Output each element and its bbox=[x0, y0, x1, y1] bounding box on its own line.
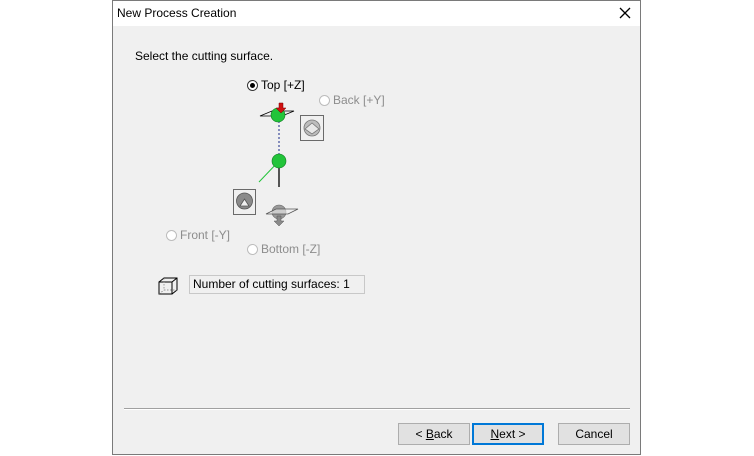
instruction-text: Select the cutting surface. bbox=[135, 49, 274, 63]
bottom-surface-icon[interactable] bbox=[264, 203, 300, 227]
radio-top-indicator bbox=[247, 79, 258, 91]
radio-bottom[interactable]: Bottom [-Z] bbox=[247, 242, 320, 256]
back-button-rest: ack bbox=[433, 427, 453, 441]
radio-bottom-label: Bottom [-Z] bbox=[261, 242, 321, 256]
next-button[interactable]: Next > bbox=[472, 423, 544, 445]
radio-bottom-indicator bbox=[247, 243, 258, 255]
back-button[interactable]: < Back bbox=[398, 423, 470, 445]
radio-top-label: Top [+Z] bbox=[261, 78, 305, 92]
back-button-mnemonic: B bbox=[425, 427, 434, 441]
box-3d-icon bbox=[158, 277, 178, 295]
back-view-icon[interactable] bbox=[300, 115, 324, 141]
title-bar: New Process Creation bbox=[113, 1, 640, 26]
radio-front-indicator bbox=[166, 229, 177, 241]
close-icon[interactable] bbox=[616, 4, 634, 22]
cutting-surface-count: Number of cutting surfaces: 1 bbox=[189, 275, 365, 294]
footer-separator bbox=[124, 408, 630, 410]
window-title: New Process Creation bbox=[117, 6, 237, 20]
center-sphere bbox=[271, 153, 287, 169]
front-view-icon[interactable] bbox=[233, 189, 256, 215]
radio-top[interactable]: Top [+Z] bbox=[247, 78, 305, 92]
cancel-button[interactable]: Cancel bbox=[558, 423, 630, 445]
radio-back[interactable]: Back [+Y] bbox=[319, 93, 385, 107]
next-button-rest: ext > bbox=[499, 427, 526, 441]
new-process-dialog: New Process Creation Select the cutting … bbox=[112, 0, 641, 455]
radio-front[interactable]: Front [-Y] bbox=[166, 228, 230, 242]
radio-back-indicator bbox=[319, 94, 330, 106]
top-surface-icon[interactable] bbox=[258, 102, 296, 124]
radio-front-label: Front [-Y] bbox=[180, 228, 231, 242]
next-button-mnemonic: N bbox=[490, 427, 500, 441]
radio-back-label: Back [+Y] bbox=[333, 93, 385, 107]
back-button-prefix: < bbox=[415, 427, 426, 441]
